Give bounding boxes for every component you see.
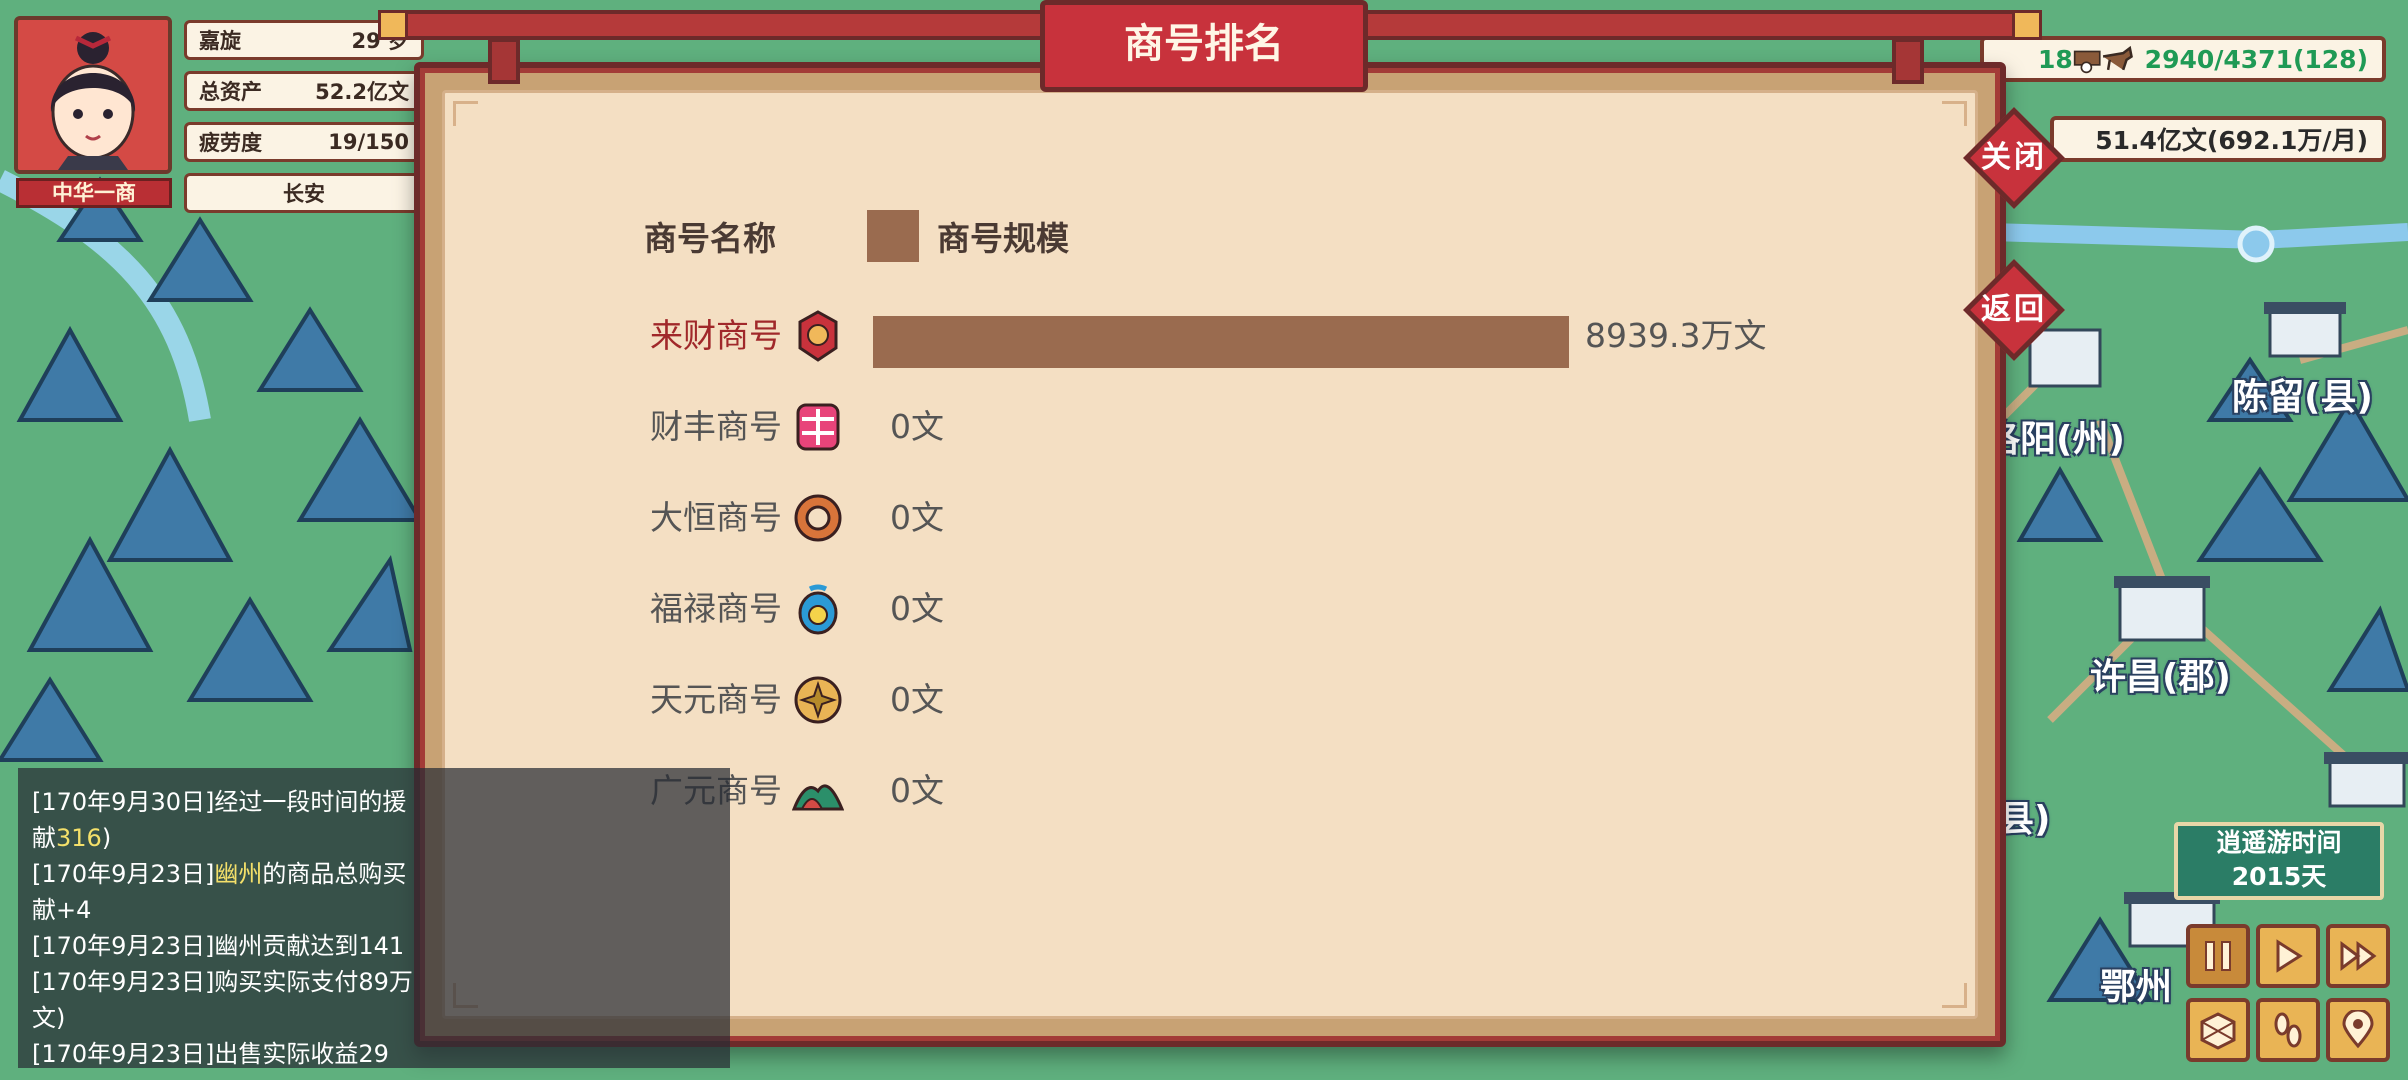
walk-button[interactable] — [2256, 998, 2320, 1062]
event-log[interactable]: [170年9月30日]经过一段时间的援 献316) [170年9月23日]幽州的商品… — [18, 768, 730, 1068]
log-text: [170年9月23日]购买实际支付89万 — [32, 968, 413, 996]
log-entry: 献316) — [32, 818, 111, 853]
merchant-portrait-icon — [18, 20, 168, 170]
log-entry: [170年9月23日]购买实际支付89万 — [32, 962, 413, 997]
shop-name: 大恒商号 — [650, 498, 782, 537]
total-assets-label: 总资产 — [199, 80, 262, 104]
current-city: 长安 — [283, 182, 325, 206]
fatigue-label: 疲劳度 — [199, 131, 262, 155]
horse-cart-icon — [2073, 45, 2133, 74]
gold-emblem-badge-icon — [792, 674, 844, 726]
play-icon — [2276, 939, 2303, 973]
log-text: ) — [101, 824, 112, 852]
log-entry: [170年9月23日]幽州的商品总购买 — [32, 854, 406, 889]
corner-ornament — [453, 101, 478, 126]
corner-ornament — [1942, 983, 1967, 1008]
play-button[interactable] — [2256, 924, 2320, 988]
log-text: 献 — [32, 824, 56, 852]
pause-icon — [2205, 941, 2231, 971]
blue-gourd-badge-icon — [792, 583, 844, 635]
log-entry: [170年9月23日]幽州贡献达到141 — [32, 926, 404, 961]
location-pin-icon — [2342, 1010, 2374, 1049]
caravan-capacity: 2940/4371(128) — [2144, 44, 2368, 74]
close-button[interactable]: 关闭 — [1963, 107, 2065, 209]
shop-name: 财丰商号 — [650, 407, 782, 446]
shop-scale-value: 0文 — [890, 589, 944, 628]
log-entry: 献+4 — [32, 890, 91, 925]
player-name: 嘉旋 — [199, 29, 241, 53]
beam-cap-right — [2012, 10, 2042, 40]
player-title-ribbon: 中华一商 — [16, 178, 172, 208]
city-label-ezhou[interactable]: 鄂州 — [2100, 958, 2172, 1010]
map-button[interactable] — [2186, 998, 2250, 1062]
location-button[interactable] — [2326, 998, 2390, 1062]
log-entry: 文) — [32, 998, 65, 1033]
log-entry: [170年9月30日]经过一段时间的援 — [32, 782, 406, 817]
shop-name: 福禄商号 — [650, 589, 782, 628]
beam-cap-left — [378, 10, 408, 40]
fast-forward-icon — [2340, 941, 2377, 971]
log-highlight: 316 — [56, 824, 102, 852]
city-label-chenliu[interactable]: 陈留(县) — [2232, 368, 2373, 420]
corner-ornament — [1942, 101, 1967, 126]
player-portrait[interactable] — [14, 16, 172, 174]
log-text: 文) — [32, 1004, 66, 1032]
left-resource-value: 18 — [2038, 44, 2073, 74]
shop-scale-value: 0文 — [890, 498, 944, 537]
legend-scale-header: 商号规模 — [937, 219, 1069, 258]
log-text: [170年9月23日]幽州贡献达到141 — [32, 932, 405, 960]
shop-scale-value: 8939.3万文 — [1585, 316, 1767, 355]
travel-timer-label: 逍遥游时间 — [2216, 828, 2342, 857]
log-text: [170年9月30日]经过一段时间的援 — [32, 788, 407, 816]
fatigue-value: 19/150 — [328, 130, 409, 154]
caravan-resource-bar: 18 2940/4371(128) — [1980, 36, 2386, 82]
dialog-title: 商号排名 — [1040, 0, 1368, 92]
log-text: 献+4 — [32, 896, 92, 924]
map-icon — [2200, 1012, 2236, 1050]
back-button-label: 返回 — [1981, 292, 2047, 327]
shop-scale-bar — [873, 316, 1569, 368]
shop-scale-value: 0文 — [890, 680, 944, 719]
fatigue-box: 疲劳度 19/150 — [184, 122, 424, 162]
coin-cross-badge-icon — [792, 401, 844, 453]
shop-name: 来财商号 — [650, 316, 782, 355]
close-button-label: 关闭 — [1981, 140, 2047, 175]
travel-timer-days: 2015天 — [2231, 862, 2327, 891]
money-resource-bar: 51.4亿文(692.1万/月) — [2050, 116, 2386, 162]
legend-scale-swatch — [867, 210, 919, 262]
log-text: [170年9月23日] — [32, 860, 215, 888]
log-text: 的商品总购买 — [262, 860, 407, 888]
lantern-badge-icon — [792, 310, 844, 362]
beam-post-right — [1892, 38, 1924, 84]
money-value: 51.4亿文(692.1万/月) — [2095, 126, 2368, 155]
shop-scale-value: 0文 — [890, 407, 944, 446]
mountain-badge-icon — [791, 765, 845, 817]
pause-button[interactable] — [2186, 924, 2250, 988]
footprints-icon — [2274, 1012, 2302, 1048]
city-label-xuchang[interactable]: 许昌(郡) — [2090, 648, 2231, 700]
back-button[interactable]: 返回 — [1963, 259, 2065, 361]
total-assets-value: 52.2亿文 — [315, 80, 409, 104]
fast-forward-button[interactable] — [2326, 924, 2390, 988]
shop-name: 天元商号 — [650, 680, 782, 719]
current-city-box[interactable]: 长安 — [184, 173, 424, 213]
log-text: [170年9月23日]出售实际收益29 — [32, 1040, 389, 1068]
ring-badge-icon — [792, 492, 844, 544]
total-assets-box: 总资产 52.2亿文 — [184, 71, 424, 111]
legend-name-header: 商号名称 — [644, 219, 776, 258]
log-entry: [170年9月23日]出售实际收益29 — [32, 1034, 389, 1068]
shop-scale-value: 0文 — [890, 771, 944, 810]
beam-post-left — [488, 38, 520, 84]
travel-timer: 逍遥游时间 2015天 — [2174, 822, 2384, 900]
log-highlight: 幽州 — [214, 860, 263, 888]
